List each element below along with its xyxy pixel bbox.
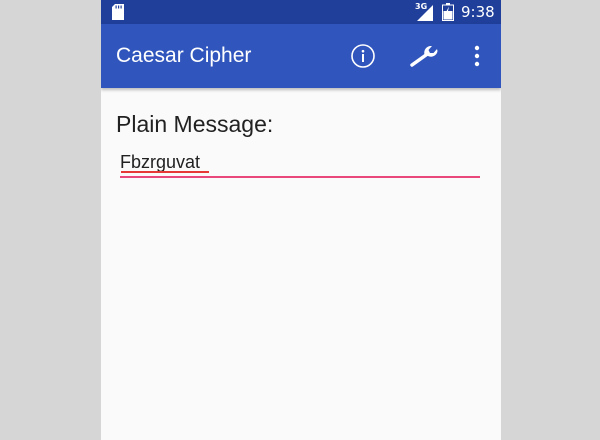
app-title: Caesar Cipher	[116, 44, 252, 67]
info-button[interactable]	[345, 38, 381, 74]
signal-indicator: 3G	[414, 2, 434, 22]
battery-icon	[442, 3, 454, 21]
status-time: 9:38	[461, 3, 495, 21]
phone-screen: 3G 9:38 Caesar Cipher Plain Message: Fbz…	[101, 0, 501, 440]
spellcheck-underline	[121, 171, 209, 173]
main-content: Plain Message:	[101, 88, 501, 440]
sd-card-icon	[112, 4, 124, 20]
more-vert-icon	[474, 45, 480, 67]
app-bar: Caesar Cipher	[101, 24, 501, 88]
network-type-label: 3G	[415, 2, 428, 11]
info-icon	[351, 44, 375, 68]
settings-button[interactable]	[407, 38, 443, 74]
status-bar: 3G 9:38	[101, 0, 501, 24]
plain-message-label: Plain Message:	[116, 111, 274, 137]
wrench-icon	[410, 46, 438, 67]
overflow-menu-button[interactable]	[459, 38, 495, 74]
